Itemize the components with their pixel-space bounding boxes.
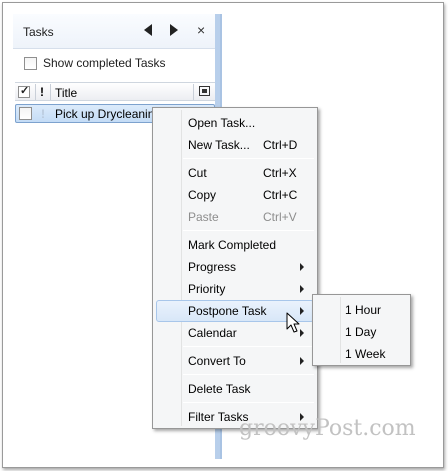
menu-item-convert-to[interactable]: Convert To [156, 350, 314, 372]
menu-item-shortcut: Ctrl+C [263, 188, 298, 202]
task-title: Pick up Drycleaning [55, 107, 162, 121]
column-separator [35, 84, 36, 100]
menu-item-shortcut: Ctrl+D [263, 138, 298, 152]
menu-item-cut[interactable]: Cut Ctrl+X [156, 162, 314, 184]
submenu-item-label: 1 Day [345, 325, 377, 339]
show-completed-row[interactable]: Show completed Tasks [13, 50, 217, 74]
nav-left-icon[interactable] [144, 24, 152, 36]
column-separator [50, 84, 51, 100]
mouse-pointer-icon [286, 312, 300, 333]
task-complete-checkbox[interactable] [19, 107, 32, 120]
menu-item-label: Copy [188, 188, 217, 202]
menu-item-copy[interactable]: Copy Ctrl+C [156, 184, 314, 206]
column-separator [193, 84, 194, 100]
menu-item-label: Convert To [188, 354, 246, 368]
menu-separator [183, 158, 314, 159]
menu-item-label: Delete Task [188, 382, 251, 396]
menu-item-paste[interactable]: Paste Ctrl+V [156, 206, 314, 228]
complete-column-checkbox-icon[interactable] [18, 84, 30, 98]
submenu-arrow-icon [300, 285, 304, 293]
menu-separator [183, 346, 314, 347]
menu-item-label: New Task... [188, 138, 250, 152]
submenu-item-1-day[interactable]: 1 Day [316, 321, 407, 343]
menu-item-label: Postpone Task [188, 304, 267, 318]
nav-right-icon[interactable] [170, 24, 178, 36]
menu-item-shortcut: Ctrl+X [263, 166, 297, 180]
watermark: groovyPost.com [239, 416, 416, 441]
menu-item-delete-task[interactable]: Delete Task [156, 378, 314, 400]
menu-item-priority[interactable]: Priority [156, 278, 314, 300]
menu-item-label: Priority [188, 282, 226, 296]
close-icon[interactable]: × [197, 22, 205, 38]
show-completed-checkbox[interactable] [24, 57, 37, 70]
menu-item-label: Mark Completed [188, 238, 277, 252]
menu-item-shortcut: Ctrl+V [263, 210, 297, 224]
menu-item-label: Cut [188, 166, 207, 180]
flag-column-icon[interactable] [199, 86, 210, 96]
menu-item-mark-completed[interactable]: Mark Completed [156, 234, 314, 256]
submenu-arrow-icon [300, 263, 304, 271]
menu-separator [183, 230, 314, 231]
menu-separator [183, 374, 314, 375]
show-completed-label: Show completed Tasks [43, 56, 166, 70]
menu-item-label: Calendar [188, 326, 237, 340]
menu-item-progress[interactable]: Progress [156, 256, 314, 278]
submenu-item-label: 1 Week [345, 347, 386, 361]
submenu-item-label: 1 Hour [345, 303, 382, 317]
submenu-arrow-icon [300, 357, 304, 365]
pane-title: Tasks [23, 25, 54, 39]
submenu-item-1-hour[interactable]: 1 Hour [316, 299, 407, 321]
task-importance: ! [41, 107, 45, 121]
title-column-header[interactable]: Title [55, 86, 77, 100]
menu-item-new-task[interactable]: New Task... Ctrl+D [156, 134, 314, 156]
menu-item-label: Paste [188, 210, 219, 224]
menu-item-label: Open Task... [188, 116, 256, 130]
menu-item-label: Progress [188, 260, 237, 274]
menu-item-open-task[interactable]: Open Task... [156, 112, 314, 134]
tasks-pane-header: Tasks × [13, 14, 217, 49]
context-menu: Open Task... New Task... Ctrl+D Cut Ctrl… [152, 107, 318, 429]
submenu-item-1-week[interactable]: 1 Week [316, 343, 407, 365]
postpone-submenu: 1 Hour 1 Day 1 Week [312, 294, 411, 366]
importance-column-header[interactable]: ! [40, 85, 44, 99]
menu-separator [183, 402, 314, 403]
column-header: ! Title [15, 82, 215, 101]
